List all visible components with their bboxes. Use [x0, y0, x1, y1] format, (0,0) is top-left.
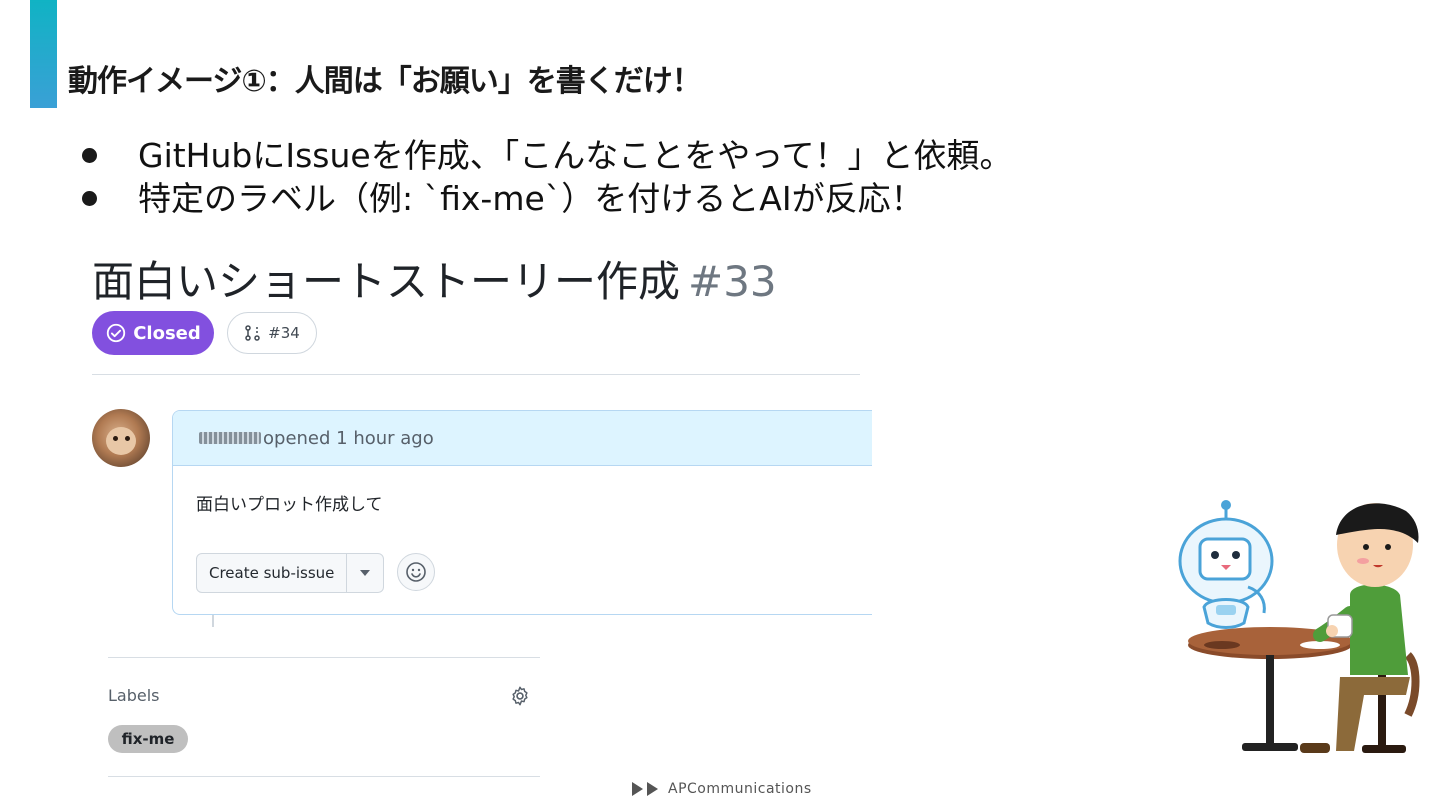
smiley-icon: [406, 562, 426, 582]
avatar-face: [106, 427, 136, 455]
caret-down-icon: [360, 570, 371, 576]
labels-heading: Labels: [108, 686, 160, 705]
avatar[interactable]: [92, 409, 150, 467]
bullet-text: GitHubにIssueを作成、「こんなことをやって！」と依頼。: [138, 136, 1013, 175]
play-icon: [647, 782, 658, 796]
bullet-item: GitHubにIssueを作成、「こんなことをやって！」と依頼。: [80, 134, 1013, 177]
avatar-eye: [125, 436, 130, 441]
issue-state-badge: Closed: [92, 311, 214, 355]
robot-icon: [1178, 500, 1274, 629]
issue-title: 面白いショートストーリー作成 #33: [92, 248, 777, 309]
bullet-dot: [82, 191, 97, 206]
author-name-redacted[interactable]: [199, 432, 261, 444]
create-sub-issue-group: Create sub-issue: [196, 553, 385, 593]
comment-action: opened 1 hour ago: [263, 427, 434, 449]
linked-pr-number: #34: [268, 324, 300, 342]
check-circle-icon: [107, 323, 126, 343]
robot-and-person-illustration: [1178, 500, 1420, 753]
label-fix-me[interactable]: fix-me: [108, 725, 188, 753]
issue-state-label: Closed: [133, 322, 201, 344]
linked-pull-request[interactable]: #34: [227, 312, 317, 354]
sub-issue-dropdown-button[interactable]: [346, 554, 383, 592]
person-icon: [1300, 503, 1420, 753]
comment-body: 面白いプロット作成して: [196, 495, 383, 515]
gear-icon[interactable]: [509, 685, 531, 707]
slide-title: 動作イメージ①：人間は「お願い」を書くだけ！: [68, 64, 702, 99]
timeline-line: [212, 615, 214, 627]
pull-request-icon: [245, 325, 260, 341]
issue-comment: opened 1 hour ago 面白いプロット作成して Create sub…: [172, 410, 872, 615]
header-divider: [92, 374, 860, 375]
issue-number: #33: [688, 257, 777, 306]
title-accent-bar: [30, 0, 57, 108]
play-icon: [632, 782, 643, 796]
table-icon: [1188, 627, 1352, 751]
add-reaction-button[interactable]: [397, 553, 435, 591]
footer-brand: APCommunications: [668, 781, 812, 797]
comment-header: opened 1 hour ago: [173, 411, 872, 466]
issue-title-text: 面白いショートストーリー作成: [92, 257, 681, 306]
create-sub-issue-button[interactable]: Create sub-issue: [197, 554, 346, 592]
sidebar-divider: [108, 776, 540, 777]
bullet-list: GitHubにIssueを作成、「こんなことをやって！」と依頼。 特定のラベル（…: [80, 134, 1013, 220]
bullet-text: 特定のラベル（例: `fix-me`）を付けるとAIが反応！: [138, 179, 924, 218]
bullet-item: 特定のラベル（例: `fix-me`）を付けるとAIが反応！: [80, 177, 1013, 220]
sidebar-divider: [108, 657, 540, 658]
avatar-eye: [113, 436, 118, 441]
footer-logo: APCommunications: [632, 781, 812, 797]
bullet-dot: [82, 148, 97, 163]
